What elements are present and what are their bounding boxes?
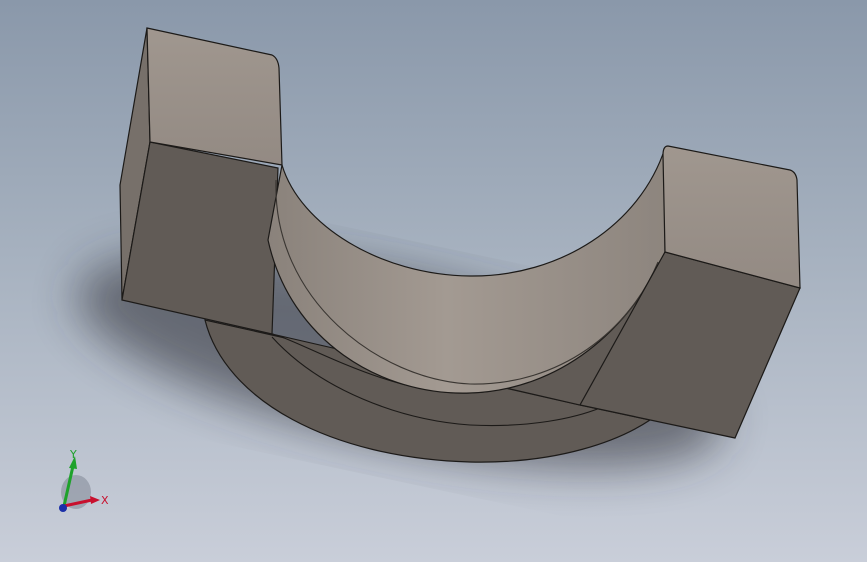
triad-x-arrow [90, 496, 100, 504]
model-view[interactable] [0, 0, 867, 562]
reference-triad: X Y [59, 448, 109, 512]
triad-y-label: Y [69, 448, 77, 461]
left-block-top-face[interactable] [146, 27, 283, 166]
graphics-viewport[interactable]: X Y [0, 0, 867, 562]
left-block-front-face[interactable] [121, 141, 279, 335]
triad-x-label: X [101, 494, 109, 507]
triad-z-axis [59, 504, 67, 512]
